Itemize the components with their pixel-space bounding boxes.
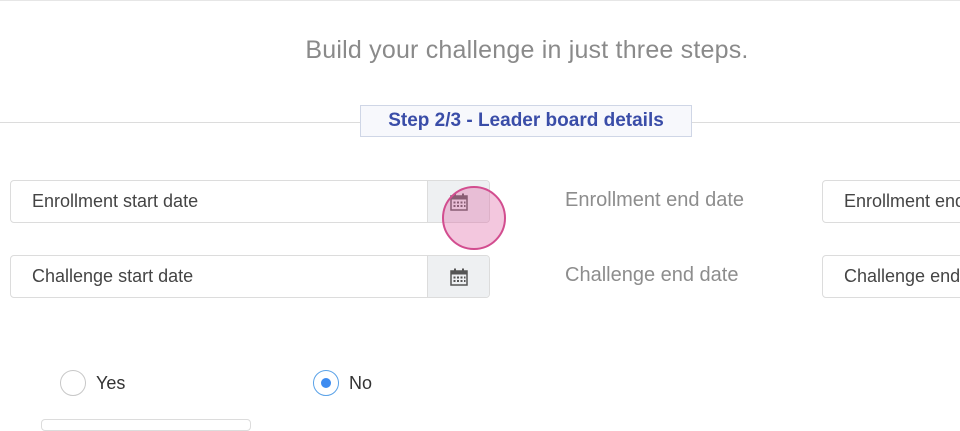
- radio-option-no[interactable]: No: [313, 370, 372, 396]
- page-headline: Build your challenge in just three steps…: [305, 36, 749, 64]
- enrollment-end-date-input[interactable]: Enrollment end date: [823, 191, 960, 212]
- challenge-end-date-label: Challenge end date: [565, 264, 739, 286]
- challenge-end-date-input[interactable]: Challenge end date: [823, 266, 960, 287]
- step-title: Step 2/3 - Leader board details: [388, 110, 664, 131]
- challenge-start-date-input[interactable]: Challenge start date: [11, 266, 427, 287]
- challenge-start-date-field[interactable]: Challenge start date: [10, 255, 490, 298]
- challenge-end-date-field[interactable]: Challenge end date: [822, 255, 960, 298]
- step-indicator: Step 2/3 - Leader board details: [360, 105, 692, 137]
- radio-option-yes[interactable]: Yes: [60, 370, 125, 396]
- radio-no[interactable]: [313, 370, 339, 396]
- calendar-icon: [449, 268, 468, 286]
- top-divider: [0, 0, 960, 1]
- enrollment-end-date-label: Enrollment end date: [565, 189, 745, 211]
- challenge-start-calendar-button[interactable]: [427, 256, 489, 297]
- click-indicator: [442, 186, 506, 250]
- enrollment-start-date-input[interactable]: Enrollment start date: [11, 191, 427, 212]
- radio-yes-label[interactable]: Yes: [96, 373, 125, 394]
- radio-no-label[interactable]: No: [349, 373, 372, 394]
- partial-input-box[interactable]: [41, 419, 251, 431]
- radio-yes[interactable]: [60, 370, 86, 396]
- enrollment-start-date-field[interactable]: Enrollment start date: [10, 180, 490, 223]
- enrollment-end-date-field[interactable]: Enrollment end date: [822, 180, 960, 223]
